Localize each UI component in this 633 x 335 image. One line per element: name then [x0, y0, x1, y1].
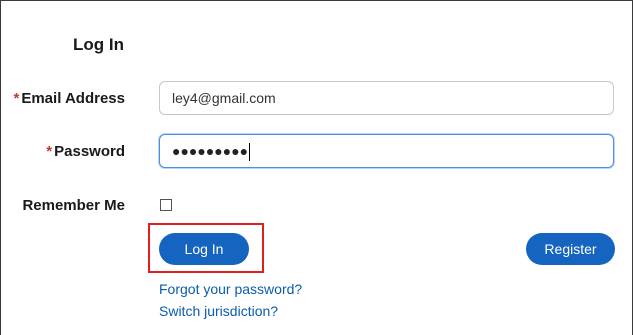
register-button[interactable]: Register — [526, 233, 615, 265]
switch-jurisdiction-link[interactable]: Switch jurisdiction? — [159, 303, 278, 319]
page-title: Log In — [73, 35, 124, 54]
email-field[interactable]: ley4@gmail.com — [159, 81, 614, 115]
password-field[interactable]: ●●●●●●●●● — [159, 134, 614, 168]
email-label: * Email Address — [14, 90, 126, 107]
password-label-text: Password — [54, 143, 125, 160]
text-caret — [249, 143, 251, 162]
password-value: ●●●●●●●●● — [172, 143, 249, 159]
password-label: * Password — [46, 143, 125, 160]
required-marker: * — [46, 143, 53, 160]
login-panel: Log In * Email Address ley4@gmail.com * Pa… — [0, 0, 633, 335]
email-label-text: Email Address — [21, 90, 125, 107]
login-button-highlight — [148, 223, 264, 273]
remember-me-checkbox[interactable] — [160, 199, 172, 211]
forgot-password-link[interactable]: Forgot your password? — [159, 281, 302, 297]
required-marker: * — [13, 90, 20, 107]
remember-me-label: Remember Me — [22, 197, 125, 214]
email-value: ley4@gmail.com — [172, 90, 276, 106]
